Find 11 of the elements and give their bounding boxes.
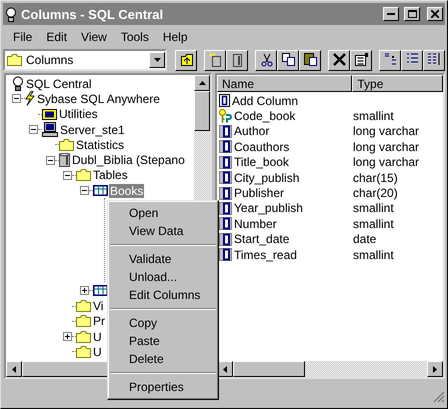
column-type: smallint bbox=[353, 201, 394, 216]
column-type: smallint bbox=[353, 216, 394, 231]
column-type: long varchar bbox=[353, 140, 420, 154]
column-type: long varchar bbox=[353, 124, 420, 138]
window-title: Columns - SQL Central bbox=[21, 6, 164, 22]
column-type: char(20) bbox=[353, 186, 398, 200]
column-type: date bbox=[353, 232, 376, 246]
column-type: smallint bbox=[353, 248, 394, 262]
column-type: smallint bbox=[353, 109, 394, 124]
column-type: long varchar bbox=[353, 155, 420, 170]
column-type: char(15) bbox=[353, 170, 398, 185]
